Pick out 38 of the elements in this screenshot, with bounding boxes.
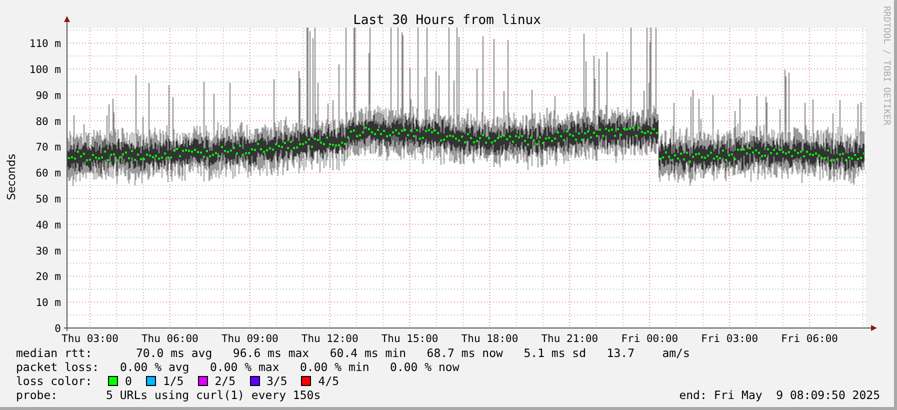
legend-text: 5 URLs using curl(1) every 150s (106, 388, 321, 402)
x-tick-label: Thu 06:00 (142, 333, 198, 345)
y-tick-label: 40 m (36, 219, 61, 232)
end-time-text: end: Fri May 9 08:09:50 2025 (679, 388, 880, 402)
legend-text: 2/5 (214, 374, 236, 388)
legend-text: 70.0 ms avg 96.6 ms max 60.4 ms min 68.7 ms now 5.1 ms sd 13.7 am/s (136, 346, 690, 360)
y-tick-label: 70 m (36, 142, 61, 154)
y-tick-label: 110 m (29, 38, 61, 50)
y-tick-label: 20 m (36, 271, 61, 284)
x-tick-label: Thu 15:00 (381, 333, 438, 345)
y-tick-label: 90 m (36, 90, 61, 102)
legend-text: 0 (125, 374, 132, 388)
legend-label: probe: (16, 388, 59, 402)
legend-text: 1/5 (162, 374, 184, 388)
y-axis-label: Seconds (5, 154, 18, 200)
y-tick-label: 100 m (29, 64, 61, 76)
x-tick-label: Thu 21:00 (541, 333, 598, 345)
y-tick-label: 80 m (36, 116, 61, 128)
x-tick-label: Thu 09:00 (221, 333, 278, 345)
legend-label: median rtt: (16, 346, 94, 360)
x-tick-label: Fri 06:00 (781, 333, 838, 345)
x-tick-label: Fri 03:00 (701, 333, 758, 345)
graph-title: Last 30 Hours from linux (353, 13, 541, 28)
credit-text: RRDTOOL / TOBI OETIKER (881, 6, 891, 126)
legend-text: 0.00 % avg 0.00 % max 0.00 % min 0.00 % now (120, 360, 460, 374)
x-tick-label: Thu 18:00 (461, 333, 518, 345)
y-tick-label: 60 m (36, 168, 61, 180)
x-tick-label: Thu 12:00 (301, 333, 358, 345)
y-tick-label: 0 (54, 323, 61, 335)
y-tick-label: 10 m (36, 297, 61, 310)
y-tick-label: 30 m (36, 245, 61, 258)
x-tick-label: Thu 03:00 (62, 333, 118, 345)
legend-text: 4/5 (318, 374, 340, 388)
legend-label: loss color: (16, 374, 94, 388)
y-tick-label: 50 m (36, 194, 61, 206)
legend-label: packet loss: (16, 360, 100, 374)
x-tick-label: Fri 00:00 (621, 333, 678, 345)
legend-text: 3/5 (266, 374, 288, 388)
